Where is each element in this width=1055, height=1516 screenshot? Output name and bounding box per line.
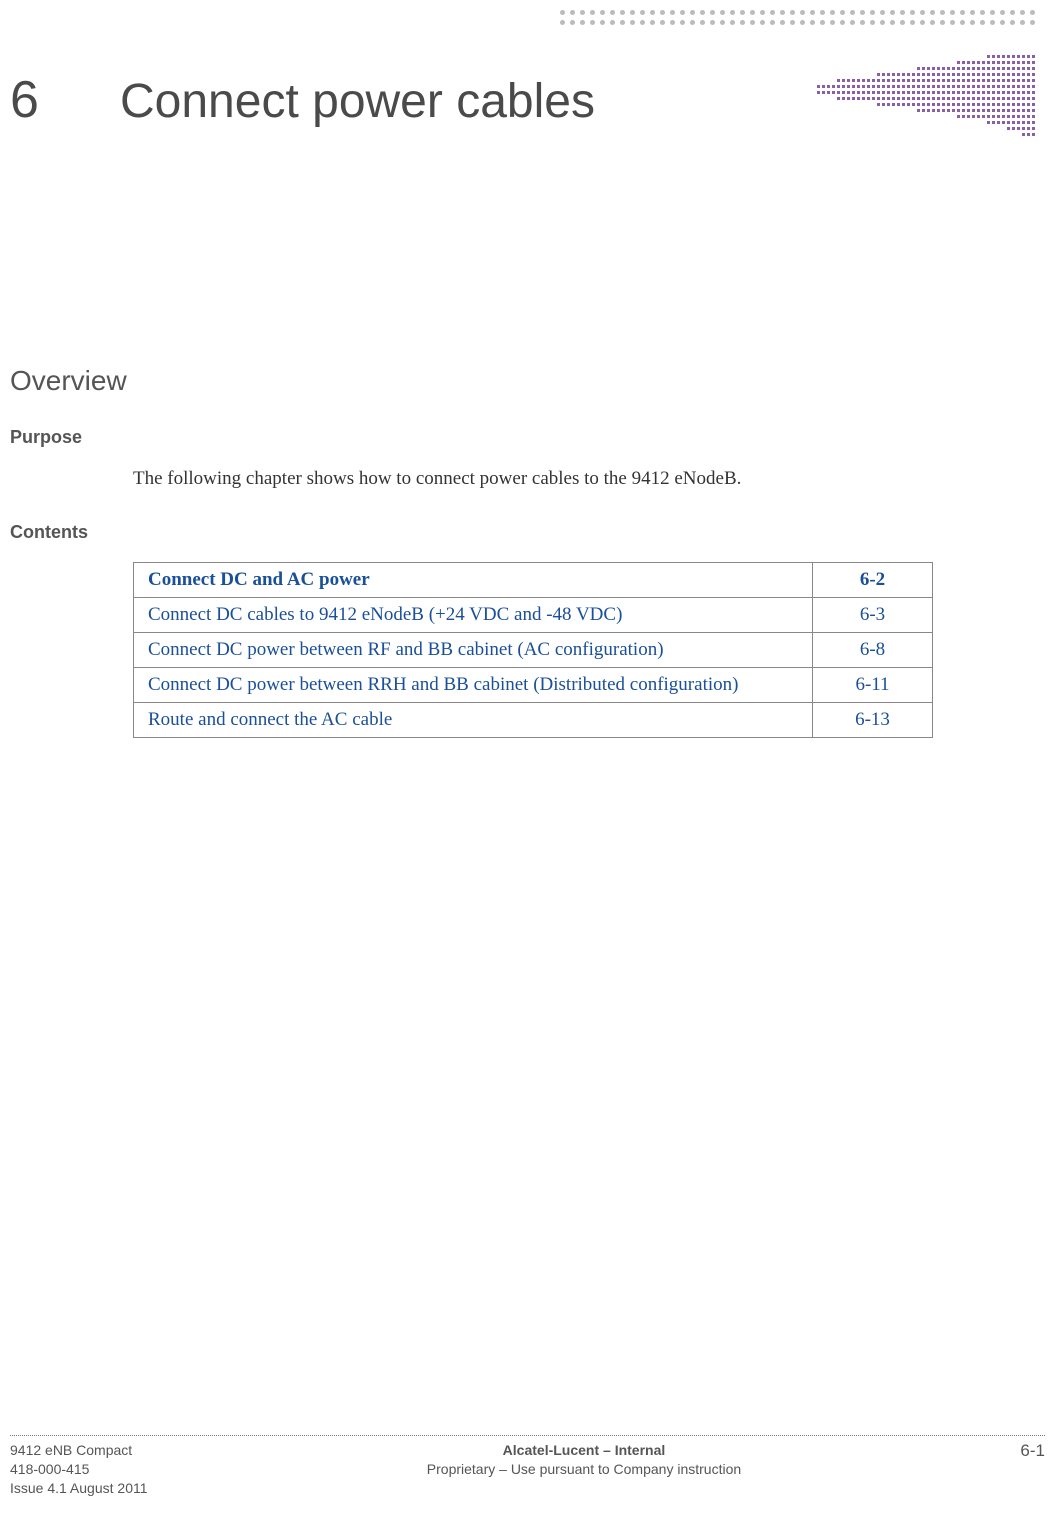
contents-row-title[interactable]: Route and connect the AC cable (134, 703, 813, 738)
contents-row: Connect DC cables to 9412 eNodeB (+24 VD… (134, 598, 933, 633)
contents-row: Connect DC and AC power6-2 (134, 563, 933, 598)
contents-label: Contents (10, 522, 88, 543)
contents-row: Connect DC power between RRH and BB cabi… (134, 668, 933, 703)
footer-rule (10, 1435, 1045, 1436)
chapter-number: 6 (10, 70, 120, 130)
footer: 9412 eNB Compact 418-000-415 Issue 4.1 A… (10, 1441, 1045, 1498)
contents-row-page[interactable]: 6-13 (813, 703, 933, 738)
contents-row-page[interactable]: 6-8 (813, 633, 933, 668)
purpose-label: Purpose (10, 427, 82, 448)
contents-row-page[interactable]: 6-2 (813, 563, 933, 598)
footer-page-number: 6-1 (1020, 1441, 1045, 1461)
footer-proprietary: Proprietary – Use pursuant to Company in… (427, 1460, 741, 1479)
footer-classification: Alcatel-Lucent – Internal (427, 1441, 741, 1460)
contents-row-page[interactable]: 6-11 (813, 668, 933, 703)
chapter-title: Connect power cables (120, 74, 595, 129)
contents-row: Route and connect the AC cable6-13 (134, 703, 933, 738)
footer-doc-number: 418-000-415 (10, 1460, 148, 1479)
contents-row-title[interactable]: Connect DC cables to 9412 eNodeB (+24 VD… (134, 598, 813, 633)
footer-doc-title: 9412 eNB Compact (10, 1441, 148, 1460)
purpose-text: The following chapter shows how to conne… (133, 468, 741, 490)
footer-issue: Issue 4.1 August 2011 (10, 1479, 148, 1498)
contents-table: Connect DC and AC power6-2Connect DC cab… (133, 562, 933, 738)
contents-row-page[interactable]: 6-3 (813, 598, 933, 633)
contents-row-title[interactable]: Connect DC power between RF and BB cabin… (134, 633, 813, 668)
overview-heading: Overview (10, 365, 127, 397)
contents-row-title[interactable]: Connect DC and AC power (134, 563, 813, 598)
header-decoration (535, 10, 1035, 140)
contents-row: Connect DC power between RF and BB cabin… (134, 633, 933, 668)
chapter-header: 6 Connect power cables (10, 70, 595, 130)
contents-row-title[interactable]: Connect DC power between RRH and BB cabi… (134, 668, 813, 703)
